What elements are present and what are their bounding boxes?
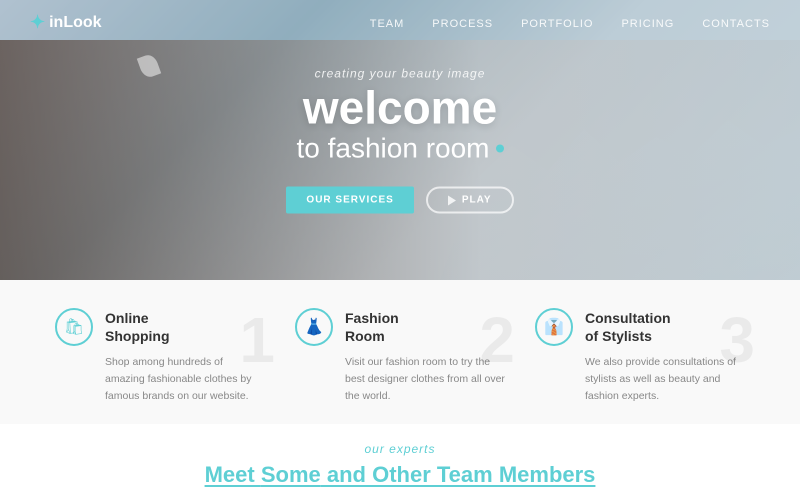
- feature-icon-2: 👔: [535, 308, 573, 346]
- logo[interactable]: ✦ inLook: [30, 12, 102, 33]
- experts-title-suffix: and Other Team Members: [321, 462, 596, 487]
- feature-icon-0: 🛍: [55, 308, 93, 346]
- nav-link-team[interactable]: TEAM: [370, 18, 405, 30]
- hero-title-sub: to fashion room: [230, 133, 570, 165]
- features-section: 🛍 OnlineShopping Shop among hundreds of am…: [0, 280, 800, 424]
- feature-desc-1: Visit our fashion room to try the best d…: [295, 354, 505, 404]
- nav-link-pricing[interactable]: PRICING: [621, 18, 674, 30]
- feature-item-0: 🛍 OnlineShopping Shop among hundreds of am…: [55, 308, 265, 404]
- experts-section: our experts Meet Some and Other Team Mem…: [0, 424, 800, 500]
- experts-title-accent: Some: [261, 462, 321, 487]
- navbar: ✦ inLook TEAM PROCESS PORTFOLIO PRICING CONT…: [0, 0, 800, 45]
- play-button[interactable]: PLAY: [426, 187, 514, 214]
- logo-text: inLook: [49, 14, 101, 32]
- nav-link-portfolio[interactable]: PORTFOLIO: [521, 18, 593, 30]
- feature-header-1: 👗 FashionRoom: [295, 308, 399, 346]
- hero-content: creating your beauty image welcome to fa…: [230, 67, 570, 214]
- feature-header-0: 🛍 OnlineShopping: [55, 308, 170, 346]
- play-label: PLAY: [462, 195, 492, 206]
- feature-title-2: Consultationof Stylists: [585, 309, 671, 345]
- nav-links: TEAM PROCESS PORTFOLIO PRICING CONTACTS: [370, 14, 770, 32]
- hero-tagline: creating your beauty image: [230, 67, 570, 81]
- feature-item-2: 👔 Consultationof Stylists We also provide …: [535, 308, 745, 404]
- hero-title-main: welcome: [230, 85, 570, 131]
- hero-accent-dot: [496, 145, 504, 153]
- feature-title-0: OnlineShopping: [105, 309, 170, 345]
- experts-subtitle: our experts: [30, 442, 770, 456]
- feature-desc-2: We also provide consultations of stylist…: [535, 354, 745, 404]
- feature-desc-0: Shop among hundreds of amazing fashionab…: [55, 354, 265, 404]
- hero-title-sub-text: to fashion room: [297, 133, 490, 165]
- experts-title: Meet Some and Other Team Members: [30, 462, 770, 488]
- our-services-button[interactable]: OUR SERVICES: [286, 187, 413, 214]
- nav-link-contacts[interactable]: CONTACTS: [702, 18, 770, 30]
- feature-header-2: 👔 Consultationof Stylists: [535, 308, 671, 346]
- feature-title-1: FashionRoom: [345, 309, 399, 345]
- logo-icon: ✦: [30, 12, 45, 33]
- feature-item-1: 👗 FashionRoom Visit our fashion room to tr…: [295, 308, 505, 404]
- experts-title-prefix: Meet: [205, 462, 261, 487]
- feature-icon-1: 👗: [295, 308, 333, 346]
- hero-buttons: OUR SERVICES PLAY: [230, 187, 570, 214]
- nav-link-process[interactable]: PROCESS: [432, 18, 493, 30]
- play-icon: [448, 195, 456, 205]
